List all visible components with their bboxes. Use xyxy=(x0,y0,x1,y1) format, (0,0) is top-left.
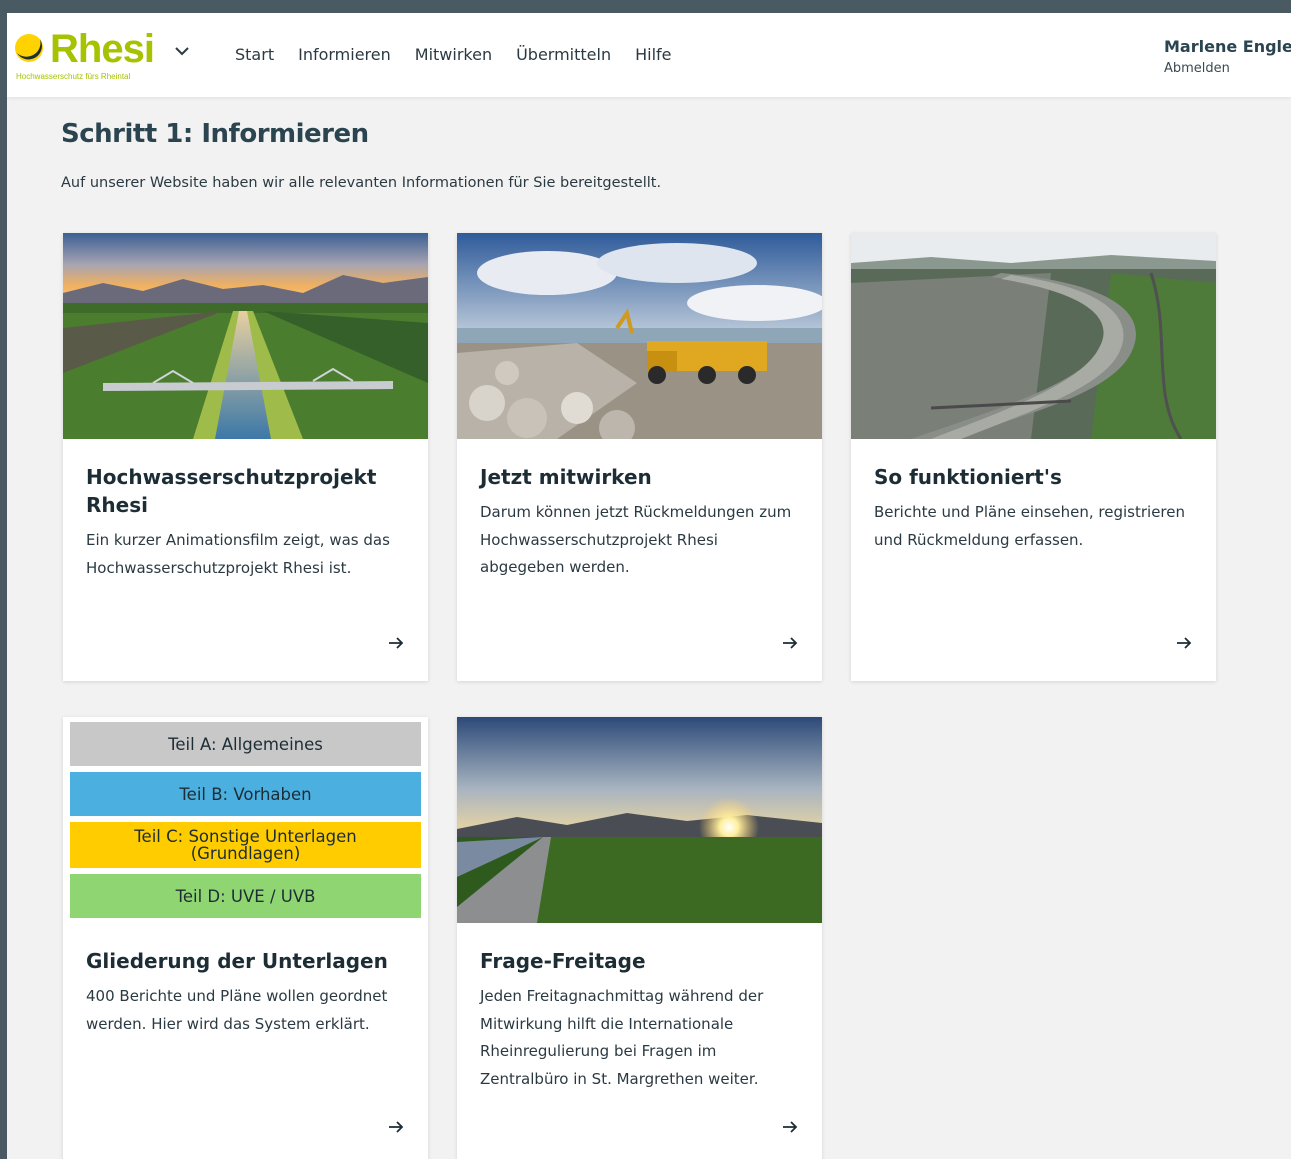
nav-uebermitteln[interactable]: Übermitteln xyxy=(516,45,611,64)
card-jetzt-mitwirken[interactable]: Jetzt mitwirken Darum können jetzt Rückm… xyxy=(457,233,822,681)
card-title: Jetzt mitwirken xyxy=(480,465,652,489)
arrow-right-icon[interactable] xyxy=(386,1117,406,1137)
page-intro: Auf unserer Website haben wir alle relev… xyxy=(61,175,662,191)
arrow-right-icon[interactable] xyxy=(1174,633,1194,653)
card-text: Jeden Freitagnachmittag während der Mitw… xyxy=(480,987,764,1089)
nav-hilfe[interactable]: Hilfe xyxy=(635,45,671,64)
card-text: Darum können jetzt Rückmeldungen zum Hoc… xyxy=(480,503,792,577)
card-text: 400 Berichte und Pläne wollen geordnet w… xyxy=(86,987,388,1033)
nav-informieren[interactable]: Informieren xyxy=(298,45,391,64)
logo-tagline: Hochwasserschutz fürs Rheintal xyxy=(16,72,131,81)
card-gliederung-der-unterlagen[interactable]: Teil A: Allgemeines Teil B: Vorhaben Tei… xyxy=(63,717,428,1159)
browser-viewport: Rhesi Hochwasserschutz fürs Rheintal Sta… xyxy=(7,13,1291,1159)
logout-link[interactable]: Abmelden xyxy=(1164,61,1291,76)
arrow-right-icon[interactable] xyxy=(386,633,406,653)
aerial-river-town-photo xyxy=(851,233,1216,439)
nav-mitwirken[interactable]: Mitwirken xyxy=(415,45,492,64)
card-hochwasserschutzprojekt[interactable]: Hochwasserschutzprojekt Rhesi Ein kurzer… xyxy=(63,233,428,681)
logo-name: Rhesi xyxy=(50,27,155,71)
card-text: Ein kurzer Animationsfilm zeigt, was das… xyxy=(86,531,390,577)
card-title: Gliederung der Unterlagen xyxy=(86,949,388,973)
card-title: Hochwasserschutzprojekt Rhesi xyxy=(86,465,377,517)
card-title: Frage-Freitage xyxy=(480,949,646,973)
main-nav: Start Informieren Mitwirken Übermitteln … xyxy=(235,45,696,64)
part-c-label: Teil C: Sonstige Unterlagen (Grundlagen) xyxy=(70,822,421,868)
part-d-label: Teil D: UVE / UVB xyxy=(70,874,421,918)
card-text: Berichte und Pläne einsehen, registriere… xyxy=(874,503,1186,549)
construction-truck-rocks-photo xyxy=(457,233,822,439)
rhesi-logo[interactable]: Rhesi Hochwasserschutz fürs Rheintal xyxy=(14,27,194,87)
arrow-right-icon[interactable] xyxy=(780,633,800,653)
card-so-funktionierts[interactable]: So funktioniert's Berichte und Pläne ein… xyxy=(851,233,1216,681)
sunset-field-road-photo xyxy=(457,717,822,923)
page-title: Schritt 1: Informieren xyxy=(61,119,369,149)
top-header: Rhesi Hochwasserschutz fürs Rheintal Sta… xyxy=(7,13,1291,97)
chevron-down-icon[interactable] xyxy=(172,41,192,61)
nav-start[interactable]: Start xyxy=(235,45,274,64)
user-name[interactable]: Marlene Engler xyxy=(1164,37,1291,56)
arrow-right-icon[interactable] xyxy=(780,1117,800,1137)
part-a-label: Teil A: Allgemeines xyxy=(70,722,421,766)
card-title: So funktioniert's xyxy=(874,465,1062,489)
card-frage-freitage[interactable]: Frage-Freitage Jeden Freitagnachmittag w… xyxy=(457,717,822,1159)
logo-crescent-icon xyxy=(15,34,43,62)
document-parts-graphic: Teil A: Allgemeines Teil B: Vorhaben Tei… xyxy=(63,717,428,923)
part-b-label: Teil B: Vorhaben xyxy=(70,772,421,816)
aerial-river-sunset-photo xyxy=(63,233,428,439)
user-menu: Marlene Engler Abmelden xyxy=(1164,37,1291,76)
